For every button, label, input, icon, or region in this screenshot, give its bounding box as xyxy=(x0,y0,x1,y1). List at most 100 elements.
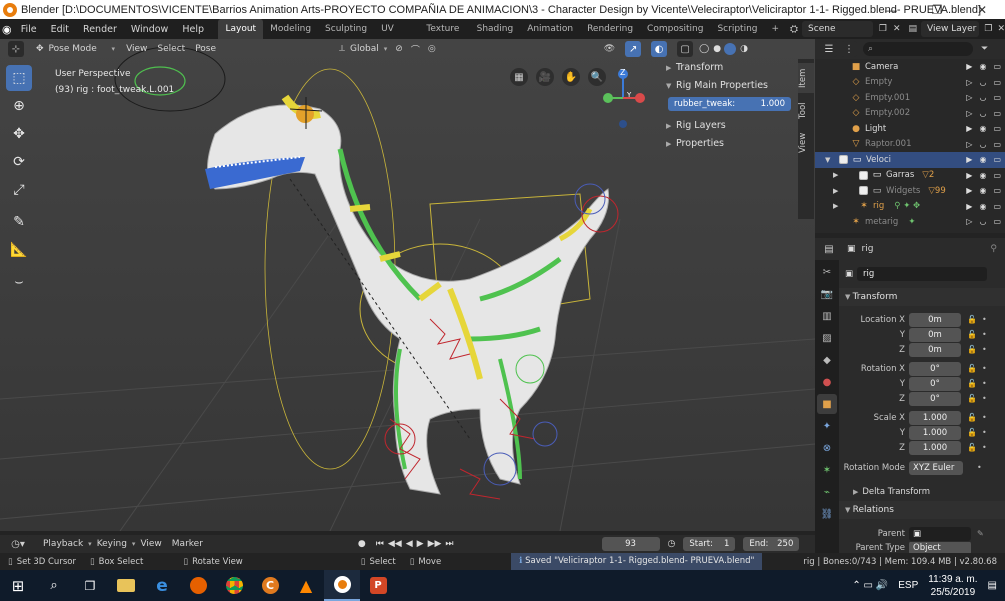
scene-selector[interactable]: Scene xyxy=(802,21,873,37)
location-x-field[interactable]: 0m xyxy=(909,312,961,327)
firefox-icon[interactable] xyxy=(180,570,216,601)
eye-closed-icon[interactable]: ◡ xyxy=(979,140,986,149)
shading-material-icon[interactable] xyxy=(724,43,737,55)
outliner-row-metarig[interactable]: ✶ metarig ✦ ▷ ◡ ▭ xyxy=(815,214,1005,230)
powerpoint-icon[interactable]: P xyxy=(360,570,396,601)
close-button[interactable]: ✕ xyxy=(959,0,1005,19)
tool-tab-icon[interactable]: ✂ xyxy=(817,262,837,282)
timeline-editor-type-icon[interactable]: ◷▾ xyxy=(6,536,30,552)
end-frame-field[interactable]: End: 250 xyxy=(743,537,800,551)
menu-pose[interactable]: Pose xyxy=(190,41,221,57)
location-z-field[interactable]: 0m xyxy=(909,342,961,357)
shading-rendered-icon[interactable]: ◑ xyxy=(740,44,748,54)
rotation-x-field[interactable]: 0° xyxy=(909,361,961,376)
menu-playback[interactable]: Playback xyxy=(38,536,88,552)
outliner-row-empty-002[interactable]: ◇ Empty.002 ▷ ◡ ▭ xyxy=(815,106,1005,122)
render-icon[interactable]: ▭ xyxy=(993,109,1001,118)
prev-keyframe-icon[interactable]: ◀◀ xyxy=(388,539,402,549)
outliner-row-light[interactable]: ● Light ▶ ◉ ▭ xyxy=(815,121,1005,137)
start-frame-field[interactable]: Start: 1 xyxy=(683,537,736,551)
scale-x-field[interactable]: 1.000 xyxy=(909,410,961,425)
lock-icon[interactable]: 🔓 xyxy=(967,364,977,373)
mode-selector[interactable]: Pose Mode xyxy=(44,41,112,57)
clock-icon[interactable]: ◷ xyxy=(668,539,676,549)
lock-icon[interactable]: 🔓 xyxy=(967,413,977,422)
tab-tool[interactable]: Tool xyxy=(798,97,814,125)
minimize-button[interactable]: — xyxy=(868,0,914,19)
outliner-row-empty-001[interactable]: ◇ Empty.001 ▷ ◡ ▭ xyxy=(815,90,1005,106)
select-arrow-icon[interactable]: ▶ xyxy=(966,186,972,195)
eyedropper-icon[interactable]: ✎ xyxy=(977,529,984,538)
next-keyframe-icon[interactable]: ▶▶ xyxy=(428,539,442,549)
current-frame-field[interactable]: 93 xyxy=(601,537,660,551)
tab-rendering[interactable]: Rendering xyxy=(580,19,640,39)
render-icon[interactable]: ▭ xyxy=(993,124,1001,133)
eye-closed-icon[interactable]: ◡ xyxy=(979,78,986,87)
menu-render[interactable]: Render xyxy=(76,24,124,35)
collection-checkbox[interactable] xyxy=(839,155,848,165)
outliner-row-empty[interactable]: ◇ Empty ▷ ◡ ▭ xyxy=(815,75,1005,91)
camera-view-icon[interactable]: 🎥 xyxy=(536,68,554,86)
play-icon[interactable]: ▶ xyxy=(417,539,424,549)
select-arrow-icon[interactable]: ▷ xyxy=(966,78,972,87)
parent-field[interactable]: ▣ xyxy=(909,526,971,541)
measure-tool-icon[interactable]: 📐 xyxy=(6,237,32,263)
npanel-properties-section[interactable]: ▶ Properties xyxy=(660,135,797,153)
lock-icon[interactable]: 🔓 xyxy=(967,443,977,452)
eye-icon[interactable]: ◉ xyxy=(979,62,986,71)
filter-icon[interactable]: ⏷ xyxy=(981,44,988,54)
tab-animation[interactable]: Animation xyxy=(520,19,580,39)
file-explorer-icon[interactable] xyxy=(108,570,144,601)
npanel-rig-main-section[interactable]: ▼ Rig Main Properties xyxy=(660,77,797,95)
visibility-icon[interactable]: 👁 xyxy=(604,44,615,54)
npanel-rig-layers-section[interactable]: ▶ Rig Layers xyxy=(660,117,797,135)
overlay-toggle-icon[interactable]: ◐ xyxy=(651,41,668,57)
relations-panel-header[interactable]: ▼ Relations xyxy=(839,501,1005,519)
select-arrow-icon[interactable]: ▷ xyxy=(966,217,972,226)
gizmo-toggle-icon[interactable]: ↗ xyxy=(625,41,642,57)
view-layer-browse-icon[interactable]: ❐ xyxy=(984,24,992,34)
view-layer-tab-icon[interactable]: ▨ xyxy=(817,328,837,348)
outliner-editor-type-icon[interactable]: ☰ xyxy=(821,41,837,57)
properties-editor-type-icon[interactable]: ▤ xyxy=(821,241,837,257)
scale-tool-icon[interactable]: ⤢ xyxy=(6,177,32,203)
vlc-icon[interactable]: ▲ xyxy=(288,570,324,601)
select-box-tool-icon[interactable]: ⬚ xyxy=(6,65,32,91)
location-y-field[interactable]: 0m xyxy=(909,327,961,342)
search-icon[interactable]: ⌕ xyxy=(36,570,72,601)
world-tab-icon[interactable]: ● xyxy=(817,372,837,392)
keyframe-dot-icon[interactable]: • xyxy=(982,364,987,373)
armature-data-tab-icon[interactable]: ✶ xyxy=(817,460,837,480)
pan-view-icon[interactable]: ✋ xyxy=(562,68,580,86)
tab-scripting[interactable]: Scripting xyxy=(710,19,764,39)
rubber-tweak-slider[interactable]: rubber_tweak: 1.000 xyxy=(668,97,791,111)
menu-file[interactable]: File xyxy=(14,24,44,35)
proportional-icon[interactable]: ◎ xyxy=(428,44,436,54)
outliner-row-camera[interactable]: ■ Camera ▶ ◉ ▭ xyxy=(815,59,1005,75)
eye-closed-icon[interactable]: ◡ xyxy=(979,217,986,226)
constraint-tab-icon[interactable]: ⊗ xyxy=(817,438,837,458)
menu-marker[interactable]: Marker xyxy=(167,536,208,552)
tab-view[interactable]: View xyxy=(798,129,814,157)
eye-icon[interactable]: ◉ xyxy=(979,202,986,211)
collapse-triangle-icon[interactable]: ▼ xyxy=(825,156,835,164)
modifier-tab-icon[interactable]: ✦ xyxy=(817,416,837,436)
select-arrow-icon[interactable]: ▷ xyxy=(966,109,972,118)
select-arrow-icon[interactable]: ▷ xyxy=(966,93,972,102)
shading-solid-icon[interactable]: ● xyxy=(713,44,721,54)
rotation-mode-dropdown[interactable]: XYZ Euler xyxy=(909,460,963,475)
object-name-field[interactable]: rig xyxy=(857,266,988,281)
annotate-tool-icon[interactable]: ✎ xyxy=(6,209,32,235)
tab-uv-editing[interactable]: UV Editing xyxy=(374,19,419,54)
edge-browser-icon[interactable]: e xyxy=(144,570,180,601)
visibility-toggles[interactable]: ▶ ◉ ▭ xyxy=(966,62,1001,71)
menu-keying[interactable]: Keying xyxy=(92,536,132,552)
tab-layout[interactable]: Layout xyxy=(218,19,264,39)
tab-shading[interactable]: Shading xyxy=(470,19,521,39)
jump-start-icon[interactable]: ⏮ xyxy=(376,539,384,549)
menu-view[interactable]: View xyxy=(121,41,152,57)
record-icon[interactable]: ● xyxy=(358,539,366,549)
scene-remove-icon[interactable]: ✕ xyxy=(893,24,901,34)
tab-item[interactable]: Item xyxy=(798,63,814,93)
render-icon[interactable]: ▭ xyxy=(993,202,1001,211)
